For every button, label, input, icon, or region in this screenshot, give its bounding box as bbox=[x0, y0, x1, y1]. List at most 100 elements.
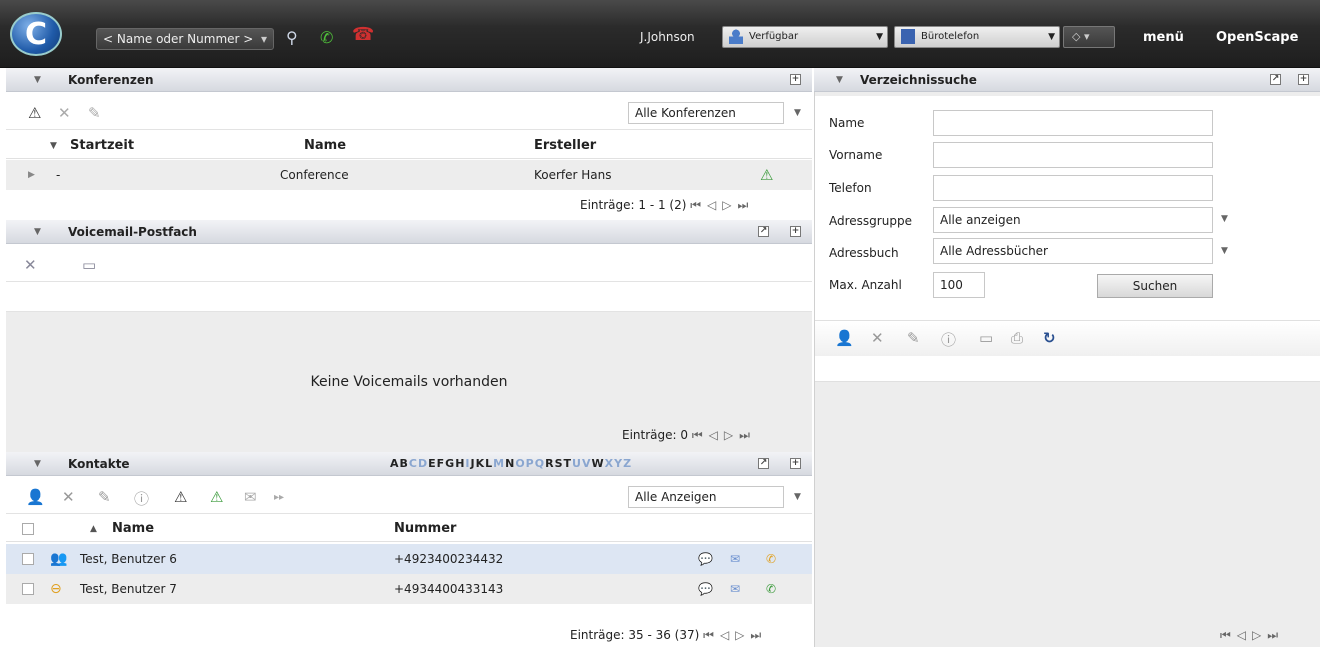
hangup-icon[interactable]: ☎ bbox=[352, 24, 374, 45]
contacts-filter[interactable]: Alle Anzeigen bbox=[628, 486, 784, 508]
col-start[interactable]: Startzeit bbox=[70, 133, 134, 159]
sort-icon[interactable]: ▼ bbox=[50, 133, 57, 159]
expand-icon[interactable]: + bbox=[1298, 74, 1309, 85]
print-icon[interactable]: ⎙ bbox=[1011, 329, 1023, 347]
pager-buttons[interactable]: ⏮◁▷⏭ bbox=[703, 628, 767, 642]
chat-icon[interactable]: 💬 bbox=[698, 574, 713, 604]
alphabet-letter[interactable]: T bbox=[564, 457, 573, 470]
edit-conference-icon[interactable]: ✎ bbox=[88, 104, 101, 122]
popout-icon[interactable]: ↗ bbox=[758, 458, 769, 469]
table-row[interactable]: 👥 Test, Benutzer 6 +4923400234432 💬 ✉ ✆ bbox=[6, 544, 812, 574]
col-name[interactable]: Name bbox=[112, 516, 154, 542]
alphabet-letter[interactable]: M bbox=[493, 457, 505, 470]
alphabet-letter[interactable]: U bbox=[572, 457, 582, 470]
conference-join-icon[interactable]: ⚠ bbox=[760, 160, 773, 190]
col-creator[interactable]: Ersteller bbox=[534, 133, 596, 159]
expand-row-icon[interactable]: ▶ bbox=[28, 160, 35, 190]
alphabet-letter[interactable]: Y bbox=[614, 457, 623, 470]
alphabet-letter[interactable]: O bbox=[515, 457, 525, 470]
settings-select[interactable]: ◇ ▾ bbox=[1063, 26, 1115, 48]
max-input[interactable]: 100 bbox=[933, 272, 985, 298]
delete-contact-icon[interactable]: ✕ bbox=[62, 488, 75, 506]
chevron-down-icon[interactable]: ▼ bbox=[1221, 246, 1228, 256]
select-all-checkbox[interactable] bbox=[22, 523, 34, 535]
alphabet-letter[interactable]: D bbox=[418, 457, 428, 470]
alphabet-letter[interactable]: C bbox=[409, 457, 418, 470]
group-select[interactable]: Alle anzeigen bbox=[933, 207, 1213, 233]
more-icon[interactable]: ▸▸ bbox=[274, 492, 284, 503]
alphabet-letter[interactable]: S bbox=[555, 457, 564, 470]
firstname-input[interactable] bbox=[933, 142, 1213, 168]
search-button[interactable]: Suchen bbox=[1097, 274, 1213, 298]
conference-icon[interactable]: ⚠ bbox=[210, 488, 223, 506]
alphabet-letter[interactable]: W bbox=[591, 457, 604, 470]
chat-icon[interactable]: 💬 bbox=[698, 544, 713, 574]
chevron-down-icon[interactable]: ▼ bbox=[794, 108, 801, 118]
expand-icon[interactable]: + bbox=[790, 226, 801, 237]
conferences-header[interactable]: ▼ Konferenzen + bbox=[6, 68, 812, 92]
call-icon[interactable]: ✆ bbox=[320, 28, 333, 47]
book-select[interactable]: Alle Adressbücher bbox=[933, 238, 1213, 264]
chevron-down-icon[interactable]: ▾ bbox=[261, 29, 267, 49]
alphabet-letter[interactable]: G bbox=[445, 457, 455, 470]
add-contact-icon[interactable]: 👤 bbox=[26, 488, 45, 506]
voicemail-header[interactable]: ▼ Voicemail-Postfach ↗ + bbox=[6, 220, 812, 244]
mail-icon[interactable]: ✉ bbox=[730, 574, 740, 604]
edit-contact-icon[interactable]: ✎ bbox=[98, 488, 111, 506]
mail-icon[interactable]: ✉ bbox=[730, 544, 740, 574]
table-row[interactable]: ⊖ Test, Benutzer 7 +4934400433143 💬 ✉ ✆ bbox=[6, 574, 812, 604]
info-contact-icon[interactable]: ⓘ bbox=[941, 329, 956, 350]
sort-icon[interactable]: ▲ bbox=[90, 516, 97, 542]
call-icon[interactable]: ✆ bbox=[766, 574, 776, 604]
save-icon[interactable]: ▭ bbox=[979, 329, 993, 347]
alphabet-letter[interactable]: E bbox=[428, 457, 437, 470]
phone-input[interactable] bbox=[933, 175, 1213, 201]
expand-icon[interactable]: + bbox=[790, 74, 801, 85]
table-row[interactable]: ▶ - Conference Koerfer Hans ⚠ bbox=[6, 160, 812, 190]
presence-select[interactable]: Verfügbar ▼ bbox=[722, 26, 888, 48]
row-checkbox[interactable] bbox=[22, 583, 34, 595]
alphabet-letter[interactable]: N bbox=[505, 457, 515, 470]
collapse-icon[interactable]: ▼ bbox=[34, 68, 41, 92]
device-select[interactable]: Bürotelefon ▼ bbox=[894, 26, 1060, 48]
alphabet-letter[interactable]: Z bbox=[623, 457, 632, 470]
col-number[interactable]: Nummer bbox=[394, 516, 456, 542]
menu-link[interactable]: menü bbox=[1143, 30, 1184, 45]
chat-icon[interactable]: ✉ bbox=[244, 488, 257, 506]
delete-voicemail-icon[interactable]: ✕ bbox=[24, 256, 37, 274]
dial-input[interactable]: < Name oder Nummer > ▾ bbox=[96, 28, 274, 50]
directory-header[interactable]: ▼ Verzeichnissuche ↗ + bbox=[814, 68, 1320, 92]
search-icon[interactable]: ⚲ bbox=[286, 28, 298, 47]
collapse-icon[interactable]: ▼ bbox=[34, 452, 41, 476]
popout-icon[interactable]: ↗ bbox=[758, 226, 769, 237]
alphabet-filter[interactable]: ABCDEFGHIJKLMNOPQRSTUVWXYZ bbox=[390, 452, 632, 476]
contacts-header[interactable]: ▼ Kontakte ABCDEFGHIJKLMNOPQRSTUVWXYZ ↗ … bbox=[6, 452, 812, 476]
save-icon[interactable]: ▭ bbox=[82, 256, 96, 274]
conference-filter[interactable]: Alle Konferenzen bbox=[628, 102, 784, 124]
popout-icon[interactable]: ↗ bbox=[1270, 74, 1281, 85]
delete-conference-icon[interactable]: ✕ bbox=[58, 104, 71, 122]
edit-contact-icon[interactable]: ✎ bbox=[907, 329, 920, 347]
expand-icon[interactable]: + bbox=[790, 458, 801, 469]
alphabet-letter[interactable]: K bbox=[476, 457, 486, 470]
alphabet-letter[interactable]: B bbox=[400, 457, 409, 470]
add-conference-icon[interactable]: ⚠ bbox=[174, 488, 187, 506]
add-contact-icon[interactable]: 👤 bbox=[835, 329, 854, 347]
refresh-icon[interactable]: ↻ bbox=[1043, 329, 1056, 347]
pager-buttons[interactable]: ⏮◁▷⏭ bbox=[692, 428, 756, 442]
alphabet-letter[interactable]: R bbox=[545, 457, 554, 470]
row-checkbox[interactable] bbox=[22, 553, 34, 565]
alphabet-letter[interactable]: P bbox=[526, 457, 535, 470]
alphabet-letter[interactable]: L bbox=[485, 457, 493, 470]
alphabet-letter[interactable]: F bbox=[437, 457, 446, 470]
add-conference-icon[interactable]: ⚠ bbox=[28, 104, 41, 122]
delete-contact-icon[interactable]: ✕ bbox=[871, 329, 884, 347]
brand-link[interactable]: OpenScape bbox=[1216, 30, 1298, 45]
alphabet-letter[interactable]: H bbox=[455, 457, 465, 470]
info-contact-icon[interactable]: ⓘ bbox=[134, 488, 149, 509]
alphabet-letter[interactable]: A bbox=[390, 457, 400, 470]
col-name[interactable]: Name bbox=[304, 133, 346, 159]
alphabet-letter[interactable]: X bbox=[605, 457, 614, 470]
name-input[interactable] bbox=[933, 110, 1213, 136]
pager-buttons[interactable]: ⏮◁▷⏭ bbox=[1220, 628, 1284, 642]
